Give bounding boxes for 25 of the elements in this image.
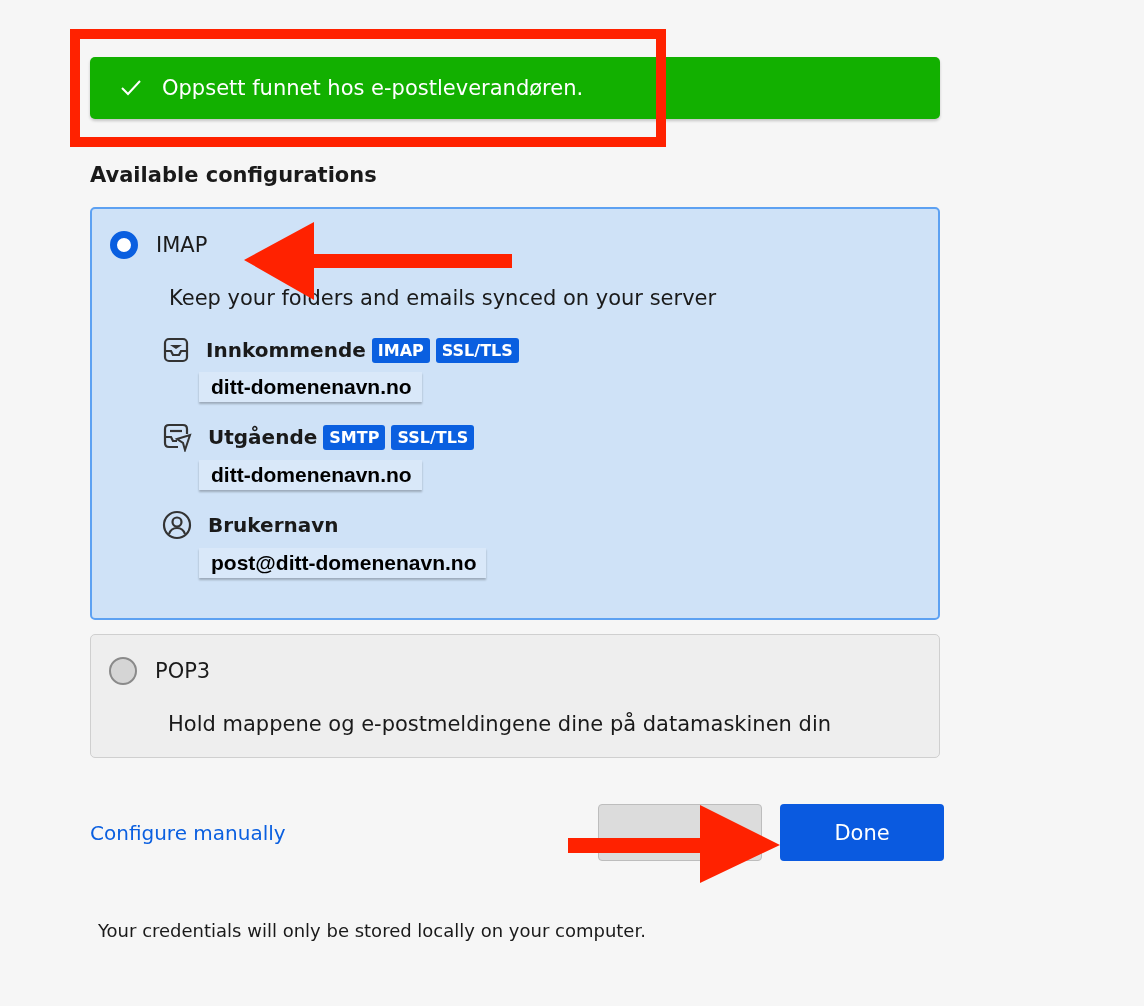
protocol-tag: SSL/TLS (391, 424, 475, 450)
outbox-icon (162, 422, 192, 453)
server-value-field[interactable]: ditt-domenenavn.no (199, 460, 422, 491)
option-name: POP3 (155, 659, 211, 684)
success-message: Oppsett funnet hos e-postleverandøren. (162, 76, 584, 100)
server-value-field[interactable]: post@ditt-domenenavn.no (199, 548, 487, 579)
user-icon (162, 510, 192, 541)
configuration-option[interactable]: POP3 Hold mappene og e-postmeldingene dine på datamaskinen din (90, 634, 940, 759)
server-label: Utgående (208, 425, 318, 450)
done-button[interactable]: Done (780, 804, 944, 862)
section-heading: Available configurations (90, 163, 378, 189)
radio-button[interactable] (109, 657, 137, 686)
server-label: Innkommende (206, 338, 366, 363)
server-value-field[interactable]: ditt-domenenavn.no (199, 372, 422, 403)
option-description: Hold mappene og e-postmeldingene dine på datamaskinen din (168, 713, 833, 737)
radio-button[interactable] (110, 231, 138, 259)
option-name: IMAP (156, 233, 208, 257)
configure-manually-link[interactable]: Configure manually (90, 820, 286, 845)
protocol-tag: SMTP (323, 424, 386, 450)
inbox-icon (162, 336, 190, 365)
credentials-note: Your credentials will only be stored locally on your computer. (98, 920, 647, 942)
protocol-tag: IMAP (371, 337, 430, 363)
server-label: Brukernavn (208, 513, 339, 538)
checkmark-icon (120, 79, 142, 97)
protocol-tag: SSL/TLS (435, 337, 519, 363)
